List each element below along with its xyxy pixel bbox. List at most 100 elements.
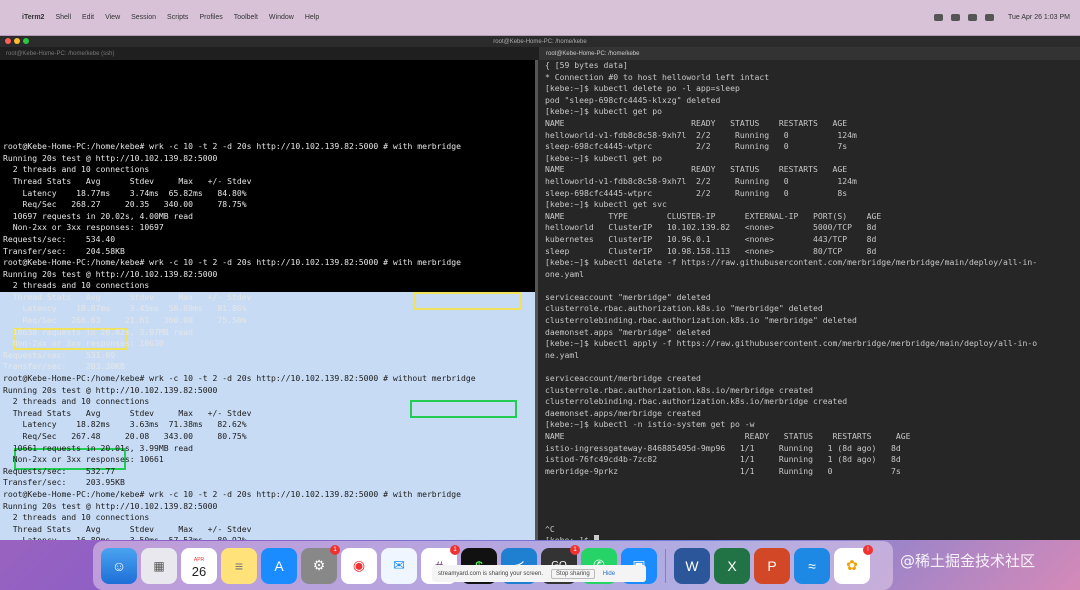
terminal-line: Requests/sec: 531.09: [3, 349, 116, 360]
share-message: streamyard.com is sharing your screen.: [438, 570, 544, 577]
calendar-icon[interactable]: APR 26: [181, 547, 217, 584]
menu-edit[interactable]: Edit: [82, 14, 94, 21]
terminal-line: Running 20s test @ http://10.102.139.82:…: [3, 268, 218, 279]
terminal-line: 10661 requests in 20.01s, 3.99MB read: [3, 442, 194, 453]
dock-separator: [665, 548, 666, 583]
terminal-line: [kebe:~]$ kubectl get svc: [545, 199, 667, 210]
search-icon[interactable]: [968, 14, 977, 21]
terminal-line: clusterrolebinding.rbac.authorization.k8…: [545, 315, 857, 326]
terminal-line: sleep-698cfc4445-wtprc 2/2 Running 0 7s: [545, 141, 848, 152]
right-terminal-pane[interactable]: { [59 bytes data] * Connection #0 to host…: [538, 60, 1080, 540]
zoom-icon[interactable]: [23, 38, 29, 44]
chrome-icon[interactable]: ◉: [341, 547, 377, 584]
message-icon[interactable]: ✉: [381, 547, 417, 584]
notification-badge: !: [863, 544, 873, 555]
terminal-line: sleep ClusterIP 10.98.158.113 <none> 80/…: [545, 245, 877, 256]
menu-clock[interactable]: Tue Apr 26 1:03 PM: [1008, 14, 1070, 21]
menu-toolbelt[interactable]: Toolbelt: [234, 14, 258, 21]
terminal-line: Latency 16.89ms 3.50ms 57.53ms 80.92%: [0, 535, 535, 540]
notes-icon[interactable]: ≡: [221, 547, 257, 584]
terminal-cursor: [593, 535, 599, 540]
excel-icon[interactable]: X: [714, 547, 750, 584]
terminal-line: Latency 18.77ms 3.74ms 65.82ms 84.80%: [3, 187, 247, 198]
terminal-line: pod "sleep-698cfc4445-klxzg" deleted: [545, 94, 721, 105]
control-center-icon[interactable]: [985, 14, 994, 21]
split-panes: root@Kebe-Home-PC:/home/kebe# wrk -c 10 …: [0, 60, 1080, 540]
terminal-line: [kebe:~]$ kubectl -n istio-system get po…: [545, 419, 755, 430]
terminal-line: Transfer/sec: 204.58KB: [3, 245, 125, 256]
menu-app-name[interactable]: iTerm2: [22, 14, 44, 21]
menu-window[interactable]: Window: [269, 14, 294, 21]
terminal-line: Running 20s test @ http://10.102.139.82:…: [3, 152, 218, 163]
window-controls: [5, 38, 29, 44]
menu-bar: iTerm2 Shell Edit View Session Scripts P…: [0, 0, 1080, 36]
tab-left[interactable]: root@Kebe-Home-PC: /home/kebe (ssh): [0, 47, 540, 60]
left-terminal-pane[interactable]: root@Kebe-Home-PC:/home/kebe# wrk -c 10 …: [0, 60, 538, 540]
menu-profiles[interactable]: Profiles: [199, 14, 222, 21]
terminal-line: clusterrole.rbac.authorization.k8s.io/me…: [545, 384, 814, 395]
menu-view[interactable]: View: [105, 14, 120, 21]
window-title: root@Kebe-Home-PC: /home/kebe: [493, 38, 587, 45]
terminal-line: 10630 requests in 20.02s, 3.97MB read: [3, 326, 194, 337]
wifi-icon[interactable]: [951, 14, 960, 21]
terminal-line: ne.yaml: [545, 349, 580, 360]
terminal-line: [kebe:~]$ kubectl delete -f https://raw.…: [545, 257, 1038, 268]
terminal-line: 2 threads and 10 connections: [3, 280, 150, 291]
terminal-line: [kebe:~]$ kubectl apply -f https://raw.g…: [545, 338, 1038, 349]
photos-icon[interactable]: ✿!: [834, 544, 873, 584]
terminal-line: root@Kebe-Home-PC:/home/kebe# wrk -c 10 …: [3, 373, 476, 384]
terminal-line: 2 threads and 10 connections: [3, 164, 150, 175]
terminal-line: Thread Stats Avg Stdev Max +/- Stdev: [3, 407, 252, 418]
terminal-line: Running 20s test @ http://10.102.139.82:…: [3, 500, 218, 511]
app-store-icon[interactable]: A: [261, 547, 297, 584]
terminal-line: helloworld-v1-fdb8c8c58-9xh7l 2/2 Runnin…: [545, 175, 857, 186]
hide-button[interactable]: Hide: [603, 571, 615, 577]
terminal-line: helloworld-v1-fdb8c8c58-9xh7l 2/2 Runnin…: [545, 129, 857, 140]
terminal-line: 2 threads and 10 connections: [3, 512, 150, 523]
terminal-line: NAME READY STATUS RESTARTS AGE: [545, 164, 848, 175]
terminal-line: { [59 bytes data]: [545, 60, 628, 70]
tab-strip: root@Kebe-Home-PC: /home/kebe (ssh) root…: [0, 47, 1080, 60]
powerpoint-icon[interactable]: P: [754, 547, 790, 584]
system-preferences-icon[interactable]: ⚙ 1: [301, 544, 340, 584]
terminal-line: Req/Sec 268.27 20.35 340.00 78.75%: [3, 199, 247, 210]
terminal-line: Latency 18.87ms 3.45ms 56.69ms 81.86%: [3, 303, 247, 314]
notification-badge: 1: [450, 544, 460, 555]
battery-icon[interactable]: [934, 14, 943, 21]
menu-session[interactable]: Session: [131, 14, 156, 21]
terminal-line: NAME READY STATUS RESTARTS AGE: [545, 431, 911, 441]
terminal-line: Non-2xx or 3xx responses: 10630: [3, 338, 164, 349]
terminal-line: ^C: [545, 523, 555, 534]
minimize-icon[interactable]: [14, 38, 20, 44]
menu-scripts[interactable]: Scripts: [167, 14, 188, 21]
terminal-line: serviceaccount "merbridge" deleted: [545, 291, 711, 302]
close-icon[interactable]: [5, 38, 11, 44]
terminal-line: Latency 18.82ms 3.63ms 71.38ms 82.62%: [3, 419, 247, 430]
terminal-line: Req/Sec 267.48 20.08 343.00 80.75%: [3, 431, 247, 441]
terminal-line: Req/Sec 266.63 21.61 360.00 75.50%: [3, 315, 247, 326]
launchpad-icon[interactable]: ▦: [141, 547, 177, 584]
stop-sharing-button[interactable]: Stop sharing: [551, 568, 595, 579]
window-titlebar[interactable]: root@Kebe-Home-PC: /home/kebe: [0, 36, 1080, 47]
word-icon[interactable]: W: [674, 547, 710, 584]
terminal-line: 2 threads and 10 connections: [3, 396, 150, 407]
terminal-line: [kebe:~]$ kubectl get po: [545, 152, 662, 163]
menu-shell[interactable]: Shell: [55, 14, 71, 21]
terminal-line: daemonset.apps/merbridge created: [545, 407, 701, 418]
terminal-line: root@Kebe-Home-PC:/home/kebe# wrk -c 10 …: [3, 488, 462, 499]
menu-help[interactable]: Help: [305, 14, 319, 21]
terminal-line: Requests/sec: 532.77: [3, 465, 116, 476]
terminal-line: Thread Stats Avg Stdev Max +/- Stdev: [3, 291, 252, 302]
tab-right[interactable]: root@Kebe-Home-PC: /home/kebe: [540, 47, 1080, 60]
terminal-window: root@Kebe-Home-PC: /home/kebe root@Kebe-…: [0, 36, 1080, 540]
terminal-line: Transfer/sec: 203.95KB: [3, 477, 125, 488]
terminal-line: [kebe:~]$ kubectl get po: [545, 106, 662, 117]
lark-icon[interactable]: ≈: [794, 547, 830, 584]
notification-badge: 1: [330, 544, 340, 555]
terminal-line: merbridge-9prkz 1/1 Running 0 7s: [545, 465, 901, 476]
finder-icon[interactable]: ☺: [101, 547, 137, 584]
